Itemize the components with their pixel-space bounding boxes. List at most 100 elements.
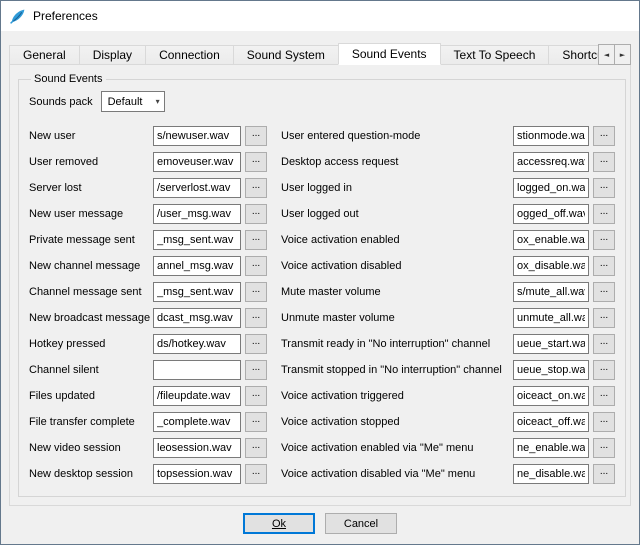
event-label: Files updated — [29, 390, 149, 402]
sounds-pack-dropdown[interactable]: Default ▾ — [101, 91, 165, 112]
sound-file-input[interactable] — [153, 386, 241, 406]
browse-button[interactable]: ... — [245, 204, 267, 224]
browse-button[interactable]: ... — [593, 308, 615, 328]
event-label: User logged out — [281, 208, 509, 220]
tab-sound-events[interactable]: Sound Events — [338, 43, 441, 65]
event-label: New broadcast message — [29, 312, 149, 324]
browse-button[interactable]: ... — [593, 126, 615, 146]
sounds-pack-label: Sounds pack — [29, 96, 93, 108]
event-label: New video session — [29, 442, 149, 454]
sound-event-row: New video session...Voice activation ena… — [29, 438, 615, 458]
sound-file-input[interactable] — [153, 412, 241, 432]
sound-file-input[interactable] — [153, 256, 241, 276]
sound-file-input[interactable] — [153, 230, 241, 250]
tab-text-to-speech[interactable]: Text To Speech — [440, 45, 550, 65]
browse-button[interactable]: ... — [245, 334, 267, 354]
browse-button[interactable]: ... — [245, 282, 267, 302]
cancel-button[interactable]: Cancel — [325, 513, 397, 534]
browse-button[interactable]: ... — [593, 204, 615, 224]
ok-button[interactable]: Ok — [243, 513, 315, 534]
sound-file-input[interactable] — [513, 126, 589, 146]
browse-button[interactable]: ... — [245, 308, 267, 328]
sound-event-row: File transfer complete... Voice activatio… — [29, 412, 615, 432]
browse-button[interactable]: ... — [245, 464, 267, 484]
browse-button[interactable]: ... — [593, 464, 615, 484]
browse-button[interactable]: ... — [593, 360, 615, 380]
tab-scroll-left-button[interactable]: ◄ — [598, 44, 615, 65]
sound-file-input[interactable] — [153, 438, 241, 458]
sound-event-row: User removed... Desktop access request... — [29, 152, 615, 172]
sound-file-input[interactable] — [153, 282, 241, 302]
sound-file-input[interactable] — [513, 178, 589, 198]
sound-file-input[interactable] — [513, 152, 589, 172]
browse-button[interactable]: ... — [593, 178, 615, 198]
event-label: New user — [29, 130, 149, 142]
browse-button[interactable]: ... — [245, 386, 267, 406]
sound-event-row: New user...User entered question-mode... — [29, 126, 615, 146]
browse-button[interactable]: ... — [593, 438, 615, 458]
event-label: Channel silent — [29, 364, 149, 376]
browse-button[interactable]: ... — [245, 126, 267, 146]
sound-file-input[interactable] — [153, 360, 241, 380]
browse-button[interactable]: ... — [593, 230, 615, 250]
browse-button[interactable]: ... — [593, 412, 615, 432]
groupbox-title: Sound Events — [31, 73, 106, 85]
tab-connection[interactable]: Connection — [145, 45, 234, 65]
sound-file-input[interactable] — [153, 126, 241, 146]
sound-file-input[interactable] — [153, 178, 241, 198]
browse-button[interactable]: ... — [245, 438, 267, 458]
tab-display[interactable]: Display — [79, 45, 146, 65]
browse-button[interactable]: ... — [245, 256, 267, 276]
sound-file-input[interactable] — [513, 334, 589, 354]
event-label: Voice activation stopped — [281, 416, 509, 428]
sound-file-input[interactable] — [513, 282, 589, 302]
event-label: Channel message sent — [29, 286, 149, 298]
tab-scroll-right-button[interactable]: ► — [614, 44, 631, 65]
tab-sound-system[interactable]: Sound System — [233, 45, 339, 65]
titlebar: Preferences — [1, 1, 639, 31]
teamtalk-logo-icon — [9, 8, 26, 25]
browse-button[interactable]: ... — [245, 230, 267, 250]
sound-file-input[interactable] — [513, 256, 589, 276]
browse-button[interactable]: ... — [245, 360, 267, 380]
sound-event-list: New user...User entered question-mode...… — [29, 126, 615, 484]
sound-file-input[interactable] — [513, 438, 589, 458]
sounds-pack-value: Default — [108, 96, 143, 108]
event-label: Voice activation enabled — [281, 234, 509, 246]
sound-file-input[interactable] — [153, 204, 241, 224]
event-label: Voice activation disabled — [281, 260, 509, 272]
event-label: User removed — [29, 156, 149, 168]
event-label: Hotkey pressed — [29, 338, 149, 350]
window-title: Preferences — [33, 9, 98, 23]
sound-file-input[interactable] — [153, 152, 241, 172]
sound-file-input[interactable] — [513, 308, 589, 328]
event-label: Desktop access request — [281, 156, 509, 168]
dialog-buttons: Ok Cancel — [1, 513, 639, 534]
sound-file-input[interactable] — [513, 464, 589, 484]
event-label: Private message sent — [29, 234, 149, 246]
event-label: Server lost — [29, 182, 149, 194]
browse-button[interactable]: ... — [593, 386, 615, 406]
browse-button[interactable]: ... — [593, 334, 615, 354]
browse-button[interactable]: ... — [245, 412, 267, 432]
browse-button[interactable]: ... — [245, 178, 267, 198]
browse-button[interactable]: ... — [593, 256, 615, 276]
browse-button[interactable]: ... — [593, 152, 615, 172]
browse-button[interactable]: ... — [245, 152, 267, 172]
tab-general[interactable]: General — [9, 45, 80, 65]
sound-event-row: Channel silent...Transmit stopped in "No… — [29, 360, 615, 380]
sound-file-input[interactable] — [513, 204, 589, 224]
sound-event-row: Server lost...User logged in... — [29, 178, 615, 198]
sound-file-input[interactable] — [513, 412, 589, 432]
sound-file-input[interactable] — [513, 230, 589, 250]
sound-file-input[interactable] — [513, 386, 589, 406]
sound-file-input[interactable] — [153, 334, 241, 354]
browse-button[interactable]: ... — [593, 282, 615, 302]
sound-file-input[interactable] — [153, 464, 241, 484]
event-label: Voice activation disabled via "Me" menu — [281, 468, 509, 480]
event-label: File transfer complete — [29, 416, 149, 428]
sound-file-input[interactable] — [153, 308, 241, 328]
sound-file-input[interactable] — [513, 360, 589, 380]
event-label: Unmute master volume — [281, 312, 509, 324]
sound-event-row: Channel message sent...Mute master volum… — [29, 282, 615, 302]
